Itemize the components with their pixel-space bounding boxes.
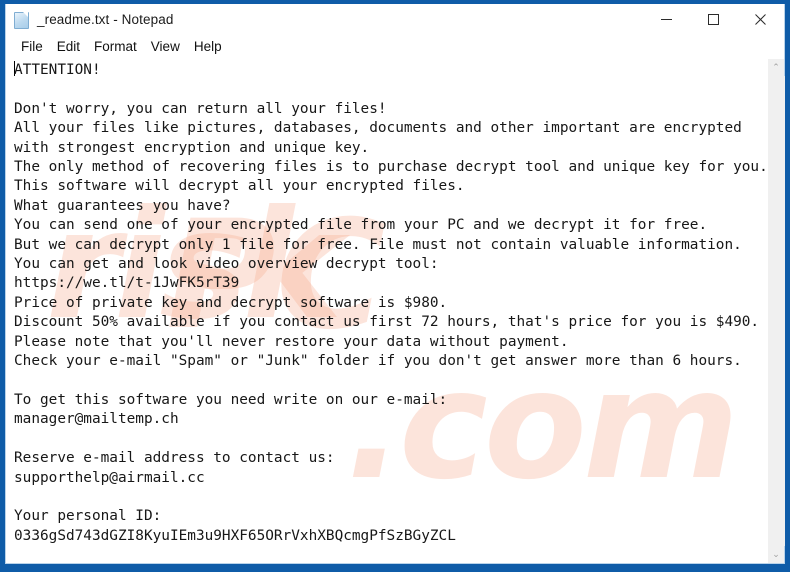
menu-item-edit[interactable]: Edit bbox=[50, 37, 87, 57]
minimize-button[interactable] bbox=[643, 4, 690, 35]
maximize-icon bbox=[708, 14, 719, 25]
maximize-button[interactable] bbox=[690, 4, 737, 35]
minimize-icon bbox=[661, 19, 672, 20]
window-inner: _readme.txt - Notepad File Edit Format V… bbox=[5, 4, 785, 564]
ransom-note-body: ATTENTION! Don't worry, you can return a… bbox=[14, 62, 767, 544]
title-bar: _readme.txt - Notepad bbox=[6, 4, 784, 35]
vertical-scrollbar[interactable]: ⌃ ⌄ bbox=[767, 59, 785, 563]
notepad-document-icon bbox=[13, 11, 30, 29]
menu-item-help[interactable]: Help bbox=[187, 37, 229, 57]
window-controls bbox=[643, 4, 784, 35]
notepad-window: _readme.txt - Notepad File Edit Format V… bbox=[0, 0, 790, 572]
menu-item-format[interactable]: Format bbox=[87, 37, 144, 57]
scroll-down-arrow-icon[interactable]: ⌄ bbox=[768, 546, 785, 563]
menu-item-file[interactable]: File bbox=[14, 37, 50, 57]
text-editor[interactable]: risk .com PC ATTENTION! Don't worry, you… bbox=[6, 59, 767, 563]
window-title: _readme.txt - Notepad bbox=[37, 12, 174, 27]
menu-bar: File Edit Format View Help bbox=[6, 35, 784, 59]
title-bar-left: _readme.txt - Notepad bbox=[6, 11, 643, 29]
ransom-note-text[interactable]: ATTENTION! Don't worry, you can return a… bbox=[14, 61, 767, 546]
close-icon bbox=[755, 14, 766, 25]
menu-item-view[interactable]: View bbox=[144, 37, 187, 57]
scroll-up-arrow-icon[interactable]: ⌃ bbox=[768, 59, 785, 76]
close-button[interactable] bbox=[737, 4, 784, 35]
scrollbar-track[interactable] bbox=[767, 76, 785, 546]
editor-area: risk .com PC ATTENTION! Don't worry, you… bbox=[6, 59, 785, 563]
